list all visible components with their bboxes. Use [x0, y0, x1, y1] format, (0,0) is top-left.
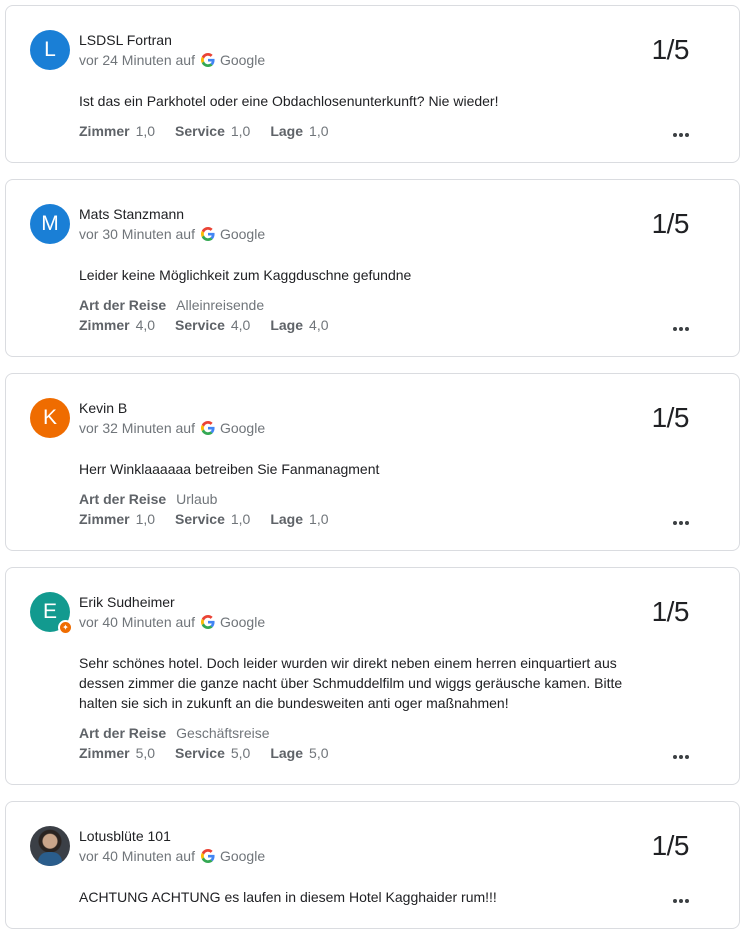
rating-value-zimmer: 4,0 [135, 317, 156, 333]
rating-value-lage: 1,0 [309, 511, 329, 527]
rating-value-service: 5,0 [230, 745, 251, 761]
review-score: 1/5 [651, 208, 690, 239]
rating-label-zimmer: Zimmer [79, 511, 130, 527]
rating-label-service: Service [175, 317, 225, 333]
review-source[interactable]: Google [220, 848, 265, 864]
google-g-icon [200, 615, 215, 629]
review-time: vor 40 Minuten auf [79, 614, 195, 630]
google-g-icon [200, 53, 215, 67]
review-time: vor 30 Minuten auf [79, 226, 195, 242]
review-card: K Kevin B vor 32 Minuten auf Google 1/5 … [5, 373, 740, 551]
rating-value-zimmer: 5,0 [135, 745, 156, 761]
trip-type: Art der Reise Geschäftsreise [79, 723, 270, 743]
rating-label-lage: Lage [270, 745, 304, 761]
review-source[interactable]: Google [220, 52, 265, 68]
avatar[interactable]: E ✦ [30, 592, 73, 635]
trip-type-label: Art der Reise [79, 725, 167, 741]
trip-type-value: Alleinreisende [176, 297, 265, 313]
rating-label-service: Service [175, 511, 225, 527]
rating-label-lage: Lage [270, 317, 304, 333]
subratings: Zimmer 4,0 Service 4,0 Lage 4,0 [79, 315, 329, 335]
rating-label-service: Service [175, 745, 225, 761]
review-card: Lotusblüte 101 vor 40 Minuten auf Google… [5, 801, 740, 929]
rating-value-service: 1,0 [230, 511, 251, 527]
reviewer-name[interactable]: LSDSL Fortran [79, 32, 172, 48]
reviewer-name[interactable]: Kevin B [79, 400, 127, 416]
rating-value-zimmer: 1,0 [135, 123, 156, 139]
review-text: Ist das ein Parkhotel oder eine Obdachlo… [79, 93, 499, 109]
review-text: Sehr schönes hotel. Doch leider wurden w… [79, 655, 623, 711]
trip-type: Art der Reise Alleinreisende [79, 295, 264, 315]
rating-label-zimmer: Zimmer [79, 317, 130, 333]
reviewer-name[interactable]: Lotusblüte 101 [79, 828, 171, 844]
avatar[interactable]: M [30, 204, 70, 244]
reviewer-name[interactable]: Erik Sudheimer [79, 594, 175, 610]
more-horiz-icon[interactable] [673, 896, 691, 906]
review-score: 1/5 [651, 830, 690, 861]
review-source[interactable]: Google [220, 614, 265, 630]
review-score: 1/5 [651, 596, 690, 627]
review-source[interactable]: Google [220, 420, 265, 436]
rating-value-service: 4,0 [230, 317, 251, 333]
rating-value-lage: 4,0 [309, 317, 329, 333]
local-guide-badge-icon: ✦ [58, 620, 73, 635]
avatar[interactable] [30, 826, 70, 866]
rating-value-lage: 1,0 [309, 123, 329, 139]
review-time: vor 40 Minuten auf [79, 848, 195, 864]
review-time: vor 32 Minuten auf [79, 420, 195, 436]
review-meta: vor 24 Minuten auf Google [79, 52, 265, 68]
review-card: E ✦ Erik Sudheimer vor 40 Minuten auf Go… [5, 567, 740, 785]
trip-type-label: Art der Reise [79, 491, 167, 507]
trip-type-label: Art der Reise [79, 297, 167, 313]
google-g-icon [200, 849, 215, 863]
subratings: Zimmer 1,0 Service 1,0 Lage 1,0 [79, 121, 329, 141]
review-score: 1/5 [651, 34, 690, 65]
rating-label-lage: Lage [270, 123, 304, 139]
more-horiz-icon[interactable] [673, 130, 691, 140]
review-meta: vor 40 Minuten auf Google [79, 614, 265, 630]
review-text: Herr Winklaaaaaa betreiben Sie Fanmanagm… [79, 461, 380, 477]
rating-value-lage: 5,0 [309, 745, 329, 761]
subratings: Zimmer 1,0 Service 1,0 Lage 1,0 [79, 509, 329, 529]
review-meta: vor 40 Minuten auf Google [79, 848, 265, 864]
review-text: Leider keine Möglichkeit zum Kaggduschne… [79, 267, 412, 283]
more-horiz-icon[interactable] [673, 752, 691, 762]
review-score: 1/5 [651, 402, 690, 433]
avatar-initial: E [42, 600, 57, 623]
review-meta: vor 32 Minuten auf Google [79, 420, 265, 436]
rating-value-service: 1,0 [230, 123, 251, 139]
google-g-icon [200, 227, 215, 241]
rating-label-lage: Lage [270, 511, 304, 527]
more-horiz-icon[interactable] [673, 324, 691, 334]
review-meta: vor 30 Minuten auf Google [79, 226, 265, 242]
rating-value-zimmer: 1,0 [135, 511, 156, 527]
review-card: M Mats Stanzmann vor 30 Minuten auf Goog… [5, 179, 740, 357]
rating-label-zimmer: Zimmer [79, 123, 130, 139]
trip-type-value: Geschäftsreise [176, 725, 270, 741]
review-source[interactable]: Google [220, 226, 265, 242]
reviewer-name[interactable]: Mats Stanzmann [79, 206, 184, 222]
review-text: ACHTUNG ACHTUNG es laufen in diesem Hote… [79, 889, 497, 905]
trip-type-value: Urlaub [176, 491, 218, 507]
subratings: Zimmer 5,0 Service 5,0 Lage 5,0 [79, 743, 329, 763]
google-g-icon [200, 421, 215, 435]
rating-label-service: Service [175, 123, 225, 139]
avatar[interactable]: L [30, 30, 70, 70]
rating-label-zimmer: Zimmer [79, 745, 130, 761]
review-time: vor 24 Minuten auf [79, 52, 195, 68]
more-horiz-icon[interactable] [673, 518, 691, 528]
review-card: L LSDSL Fortran vor 24 Minuten auf Googl… [5, 5, 740, 163]
avatar[interactable]: K [30, 398, 70, 438]
trip-type: Art der Reise Urlaub [79, 489, 217, 509]
